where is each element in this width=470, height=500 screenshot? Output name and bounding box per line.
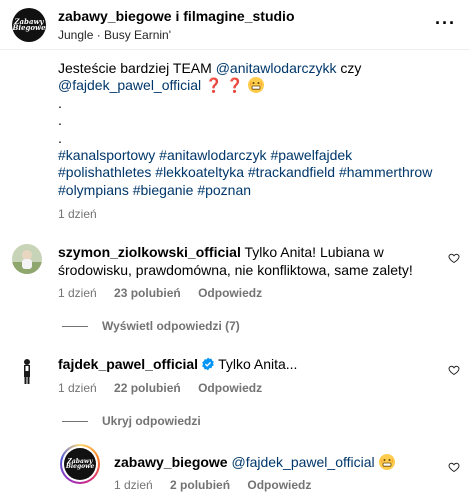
more-options-icon[interactable]: ···	[435, 14, 456, 32]
caption-dot: .	[58, 94, 62, 111]
post-caption: Jesteście bardziej TEAM @anitawlodarczyk…	[58, 60, 458, 199]
caption-line-1: Jesteście bardziej TEAM @anitawlodarczyk…	[58, 60, 458, 77]
avatar-logo: Zabawy Biegowe	[64, 448, 96, 480]
avatar[interactable]	[12, 244, 42, 274]
view-replies-label: Wyświetl odpowiedzi (7)	[102, 319, 240, 333]
grimace-emoji-icon	[378, 454, 395, 470]
avatar-logo-text: Zabawy Biegowe	[12, 16, 46, 32]
comment-time: 1 dzień	[58, 286, 97, 300]
reply-button[interactable]: Odpowiedz	[198, 286, 262, 300]
hashtags-line-1[interactable]: #kanalsportowy #anitawlodarczyk #pawelfa…	[58, 147, 458, 164]
post-header: Zabawy Biegowe zabawy_biegowe i filmagin…	[0, 0, 470, 50]
view-replies-button[interactable]: Wyświetl odpowiedzi (7)	[62, 319, 240, 333]
account-avatar[interactable]: Zabawy Biegowe	[12, 8, 46, 42]
divider-dash	[62, 420, 88, 422]
reply-button[interactable]: Odpowiedz	[247, 478, 311, 492]
comment-text-continued: środowisku, prawdomówna, nie konfliktowa…	[58, 262, 413, 278]
mention-link-anita[interactable]: @anitawlodarczykk	[216, 60, 337, 76]
like-heart-icon[interactable]	[448, 461, 460, 473]
avatar-logo-text: Zabawy Biegowe	[65, 457, 95, 470]
caption-time: 1 dzień	[58, 207, 97, 221]
header-username[interactable]: zabawy_biegowe i filmagine_studio	[58, 8, 295, 24]
reply-time: 1 dzień	[114, 478, 153, 492]
reply-button[interactable]: Odpowiedz	[198, 381, 262, 395]
hashtags-line-3[interactable]: #olympians #bieganie #poznan	[58, 182, 458, 199]
caption-dot: .	[58, 129, 62, 146]
hashtags-line-2[interactable]: #polishathletes #lekkoateltyka #trackand…	[58, 164, 458, 181]
caption-line-2: @fajdek_pawel_official ❓ ❓	[58, 77, 458, 94]
comment-body: fajdek_pawel_official Tylko Anita...	[58, 355, 297, 373]
mention-link-fajdek[interactable]: @fajdek_pawel_official	[58, 77, 201, 93]
comment-username[interactable]: szymon_ziolkowski_official	[58, 244, 241, 260]
story-ring-avatar[interactable]: Zabawy Biegowe	[60, 444, 100, 484]
comment-text: Tylko Anita! Lubiana w	[240, 244, 384, 260]
like-heart-icon[interactable]	[448, 252, 460, 264]
audio-track[interactable]: Jungle · Busy Earnin'	[58, 28, 171, 42]
caption-timestamp: 1 dzień	[58, 207, 111, 221]
comment-time: 1 dzień	[58, 381, 97, 395]
like-heart-icon[interactable]	[448, 364, 460, 376]
verified-badge-icon	[202, 357, 214, 371]
hide-replies-label: Ukryj odpowiedzi	[102, 414, 201, 428]
comment-body: szymon_ziolkowski_official Tylko Anita! …	[58, 243, 433, 279]
comment-meta: 1 dzień 23 polubień Odpowiedz	[58, 286, 276, 300]
reply-meta: 1 dzień 2 polubień Odpowiedz	[114, 478, 325, 492]
comment-meta: 1 dzień 22 polubień Odpowiedz	[58, 381, 276, 395]
avatar[interactable]	[12, 355, 42, 385]
grimace-emoji-icon	[247, 77, 264, 94]
reply-mention-link[interactable]: @fajdek_pawel_official	[231, 454, 374, 470]
divider-dash	[62, 325, 88, 327]
caption-dot: .	[58, 112, 62, 129]
comment-likes[interactable]: 23 polubień	[114, 286, 181, 300]
reply-username[interactable]: zabawy_biegowe	[114, 454, 228, 470]
question-marks: ❓ ❓	[201, 77, 244, 94]
reply-body: zabawy_biegowe @fajdek_pawel_official	[114, 453, 395, 471]
caption-text: Jesteście bardziej TEAM	[58, 60, 216, 76]
comment-text: Tylko Anita...	[218, 356, 298, 372]
comment-likes[interactable]: 22 polubień	[114, 381, 181, 395]
hide-replies-button[interactable]: Ukryj odpowiedzi	[62, 414, 201, 428]
reply-likes[interactable]: 2 polubień	[170, 478, 230, 492]
comment-username[interactable]: fajdek_pawel_official	[58, 356, 198, 372]
caption-text-after: czy	[336, 60, 362, 76]
